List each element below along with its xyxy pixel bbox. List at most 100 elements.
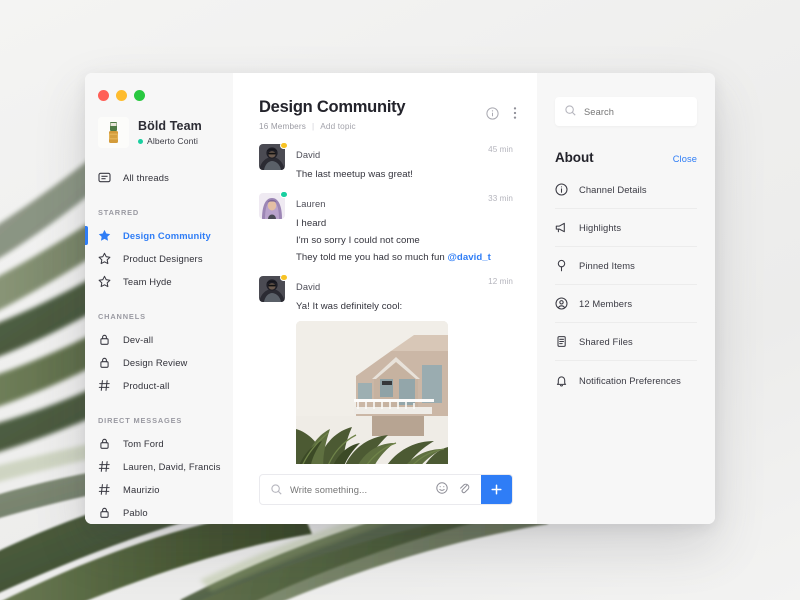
- message-input[interactable]: [290, 484, 425, 495]
- about-item-pinned-items[interactable]: Pinned Items: [555, 247, 697, 285]
- sidebar-item-product-designers[interactable]: Product Designers: [85, 247, 233, 270]
- pin-icon: [555, 259, 568, 272]
- sidebar-item-label: Lauren, David, Francis: [123, 461, 221, 472]
- sidebar-item-label: Pablo: [123, 507, 148, 518]
- message-timestamp: 45 min: [488, 145, 513, 154]
- message-timestamp: 12 min: [488, 277, 513, 286]
- about-title: About: [555, 150, 594, 165]
- hash-icon: [98, 379, 111, 392]
- sidebar-item-design-review[interactable]: Design Review: [85, 351, 233, 374]
- star-outline-icon: [98, 252, 111, 265]
- about-item-label: Pinned Items: [579, 260, 635, 271]
- hash-icon: [98, 460, 111, 473]
- avatar[interactable]: [259, 141, 288, 170]
- search-icon: [260, 484, 290, 495]
- sidebar-item-team-hyde[interactable]: Team Hyde: [85, 270, 233, 293]
- message-item: David 45 min The last meetup was great!: [259, 141, 513, 180]
- search-input[interactable]: [584, 106, 687, 117]
- star-outline-icon: [98, 275, 111, 288]
- composer-area: [233, 464, 537, 524]
- sidebar-item-label: Tom Ford: [123, 438, 164, 449]
- emoji-icon[interactable]: [436, 481, 448, 499]
- sidebar-item-lauren-david-francis[interactable]: Lauren, David, Francis: [85, 455, 233, 478]
- maximize-window-button[interactable]: [134, 90, 145, 101]
- about-item-notification-preferences[interactable]: Notification Preferences: [555, 361, 697, 399]
- message-body: Lauren 33 min I heard I'm so sorry I coul…: [296, 193, 513, 263]
- sidebar-item-tom-ford[interactable]: Tom Ford: [85, 432, 233, 455]
- about-item-12-members[interactable]: 12 Members: [555, 285, 697, 323]
- sidebar-item-label: Design Review: [123, 357, 188, 368]
- megaphone-icon: [555, 221, 568, 234]
- about-item-highlights[interactable]: Highlights: [555, 209, 697, 247]
- app-window: Böld Team Alberto Conti All threads STAR…: [85, 73, 715, 524]
- about-item-label: Shared Files: [579, 336, 633, 347]
- avatar[interactable]: [259, 190, 288, 219]
- hash-icon: [98, 483, 111, 496]
- subtitle-separator: |: [312, 122, 315, 131]
- message-text: They told me you had so much fun: [296, 252, 448, 263]
- sidebar-section-title: CHANNELS: [98, 312, 146, 321]
- paperclip-icon[interactable]: [458, 481, 470, 499]
- sidebar: Böld Team Alberto Conti All threads STAR…: [85, 73, 233, 524]
- send-button[interactable]: [481, 475, 512, 504]
- close-window-button[interactable]: [98, 90, 109, 101]
- presence-dot: [280, 273, 288, 281]
- message-composer[interactable]: [259, 474, 513, 505]
- message-text: I heard: [296, 218, 327, 229]
- close-panel-button[interactable]: Close: [673, 154, 697, 164]
- window-controls: [85, 85, 233, 101]
- sidebar-item-maurizio[interactable]: Maurizio: [85, 478, 233, 501]
- avatar[interactable]: [259, 273, 288, 302]
- message-author: David: [296, 282, 321, 292]
- about-header: About Close: [555, 150, 697, 165]
- message-text-with-mention: They told me you had so much fun @david_…: [296, 252, 513, 263]
- sidebar-item-label: Product Designers: [123, 253, 203, 264]
- about-item-channel-details[interactable]: Channel Details: [555, 171, 697, 209]
- info-icon[interactable]: [486, 106, 499, 120]
- about-item-label: Channel Details: [579, 184, 647, 195]
- team-avatar: [98, 117, 129, 148]
- online-status-dot: [138, 138, 143, 144]
- team-header[interactable]: Böld Team Alberto Conti: [85, 101, 233, 148]
- bell-icon: [555, 374, 568, 387]
- sidebar-section-title: DIRECT MESSAGES: [98, 416, 183, 425]
- sidebar-item-design-community[interactable]: Design Community: [85, 224, 233, 247]
- sidebar-item-product-all[interactable]: Product-all: [85, 374, 233, 397]
- sidebar-item-label: All threads: [123, 172, 169, 183]
- message-body: David 12 min Ya! It was definitely cool:: [296, 276, 513, 464]
- lock-icon: [98, 506, 111, 519]
- member-count: 16 Members: [259, 122, 307, 131]
- sidebar-item-label: Design Community: [123, 230, 211, 241]
- sidebar-item-label: Team Hyde: [123, 276, 172, 287]
- add-topic-link[interactable]: Add topic: [320, 122, 356, 131]
- lock-icon: [98, 437, 111, 450]
- beach-house-photo: [296, 321, 448, 464]
- about-item-label: Highlights: [579, 222, 622, 233]
- sidebar-item-all-threads[interactable]: All threads: [85, 166, 233, 189]
- current-user: Alberto Conti: [138, 136, 202, 146]
- message-author: David: [296, 150, 321, 160]
- chat-header: Design Community 16 Members | Add topic: [233, 73, 537, 131]
- minimize-window-button[interactable]: [116, 90, 127, 101]
- lock-icon: [98, 356, 111, 369]
- user-circle-icon: [555, 297, 568, 310]
- document-icon: [555, 335, 568, 348]
- sidebar-item-pablo[interactable]: Pablo: [85, 501, 233, 524]
- about-item-shared-files[interactable]: Shared Files: [555, 323, 697, 361]
- sidebar-item-dev-all[interactable]: Dev-all: [85, 328, 233, 351]
- more-options-icon[interactable]: [513, 106, 517, 120]
- message-author: Lauren: [296, 199, 326, 209]
- user-mention[interactable]: @david_t: [448, 252, 491, 263]
- current-user-name: Alberto Conti: [147, 136, 198, 147]
- message-text: The last meetup was great!: [296, 169, 414, 180]
- chat-header-actions: [486, 106, 517, 120]
- about-panel: About Close Channel Details Highlights Pin…: [537, 73, 715, 524]
- search-box[interactable]: [555, 97, 697, 126]
- sidebar-section-title: STARRED: [98, 208, 140, 217]
- message-image[interactable]: [296, 321, 448, 464]
- lock-icon: [98, 333, 111, 346]
- presence-dot: [280, 190, 288, 198]
- team-name: Böld Team: [138, 118, 202, 133]
- sidebar-item-label: Maurizio: [123, 484, 160, 495]
- sidebar-sections: STARRED Design Community Product Designers…: [85, 208, 233, 524]
